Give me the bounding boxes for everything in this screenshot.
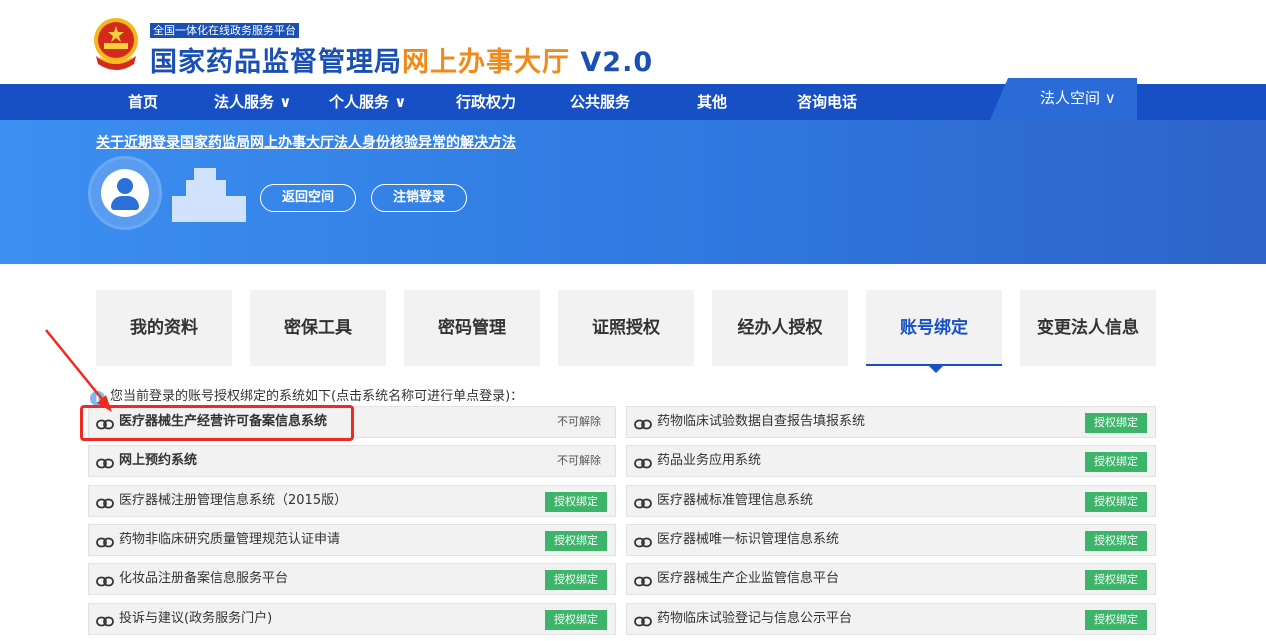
link-icon <box>634 534 652 548</box>
active-tab-indicator <box>929 366 943 373</box>
unbind-disabled-label: 不可解除 <box>557 415 601 428</box>
system-row[interactable]: 药物临床试验数据自查报告填报系统 授权绑定 <box>626 406 1156 438</box>
nav-public-services[interactable]: 公共服务 <box>570 84 630 120</box>
system-name-link[interactable]: 药物非临床研究质量管理规范认证申请 <box>119 525 340 555</box>
authorize-bind-button[interactable]: 授权绑定 <box>1085 491 1147 512</box>
platform-badge: 全国一体化在线政务服务平台 <box>150 23 299 38</box>
link-icon <box>96 534 114 548</box>
site-title-hall: 网上办事大厅 <box>402 47 570 78</box>
system-name-link[interactable]: 医疗器械注册管理信息系统（2015版） <box>119 486 347 516</box>
site-title-agency: 国家药品监督管理局 <box>150 47 402 78</box>
system-name-link[interactable]: 药物临床试验数据自查报告填报系统 <box>657 407 865 437</box>
system-row[interactable]: 药物临床试验登记与信息公示平台 授权绑定 <box>626 602 1156 635</box>
system-name-link[interactable]: 化妆品注册备案信息服务平台 <box>119 564 288 594</box>
return-space-button[interactable]: 返回空间 <box>260 184 356 212</box>
system-row[interactable]: 医疗器械标准管理信息系统 授权绑定 <box>626 484 1156 517</box>
blurred-username <box>172 168 246 224</box>
nav-consult-phone[interactable]: 咨询电话 <box>797 84 857 120</box>
system-row[interactable]: 药物非临床研究质量管理规范认证申请 授权绑定 <box>88 523 616 556</box>
authorize-bind-button[interactable]: 授权绑定 <box>545 609 607 630</box>
main-nav: 首页 法人服务 ∨ 个人服务 ∨ 行政权力 公共服务 其他 咨询电话 法人空间 … <box>0 78 1266 120</box>
system-row[interactable]: 医疗器械注册管理信息系统（2015版） 授权绑定 <box>88 484 616 517</box>
link-icon <box>634 455 652 469</box>
logout-button[interactable]: 注销登录 <box>371 184 467 212</box>
nav-personal-services[interactable]: 个人服务 ∨ <box>329 84 406 120</box>
system-name-link[interactable]: 医疗器械标准管理信息系统 <box>657 486 813 516</box>
nav-administrative-power[interactable]: 行政权力 <box>456 84 516 120</box>
site-header: 全国一体化在线政务服务平台 国家药品监督管理局网上办事大厅 V2.0 <box>0 0 1266 84</box>
system-row[interactable]: 投诉与建议(政务服务门户) 授权绑定 <box>88 602 616 635</box>
system-row[interactable]: 医疗器械生产企业监管信息平台 授权绑定 <box>626 563 1156 596</box>
notice-link[interactable]: 关于近期登录国家药监局网上办事大厅法人身份核验异常的解决方法 <box>96 132 516 152</box>
unbind-disabled-label: 不可解除 <box>557 454 601 468</box>
system-name-link[interactable]: 医疗器械生产企业监管信息平台 <box>657 564 839 594</box>
authorize-bind-button[interactable]: 授权绑定 <box>1085 452 1147 473</box>
authorize-bind-button[interactable]: 授权绑定 <box>1085 570 1147 591</box>
system-row[interactable]: 网上预约系统 不可解除 <box>88 445 616 478</box>
link-icon <box>96 495 114 508</box>
binding-info-text: 您当前登录的账号授权绑定的系统如下(点击系统名称可进行单点登录)： <box>110 389 524 404</box>
system-name-link[interactable]: 网上预约系统 <box>119 446 197 476</box>
tab-change-legal-person[interactable]: 变更法人信息 <box>1020 290 1156 366</box>
system-name-link[interactable]: 投诉与建议(政务服务门户) <box>119 604 272 634</box>
site-title-version: V2.0 <box>570 47 654 78</box>
tab-account-binding[interactable]: 账号绑定 <box>866 290 1002 366</box>
link-icon <box>634 573 652 587</box>
annotation-highlight-box <box>80 405 354 441</box>
system-row[interactable]: 化妆品注册备案信息服务平台 授权绑定 <box>88 563 616 596</box>
nav-corporate-services[interactable]: 法人服务 ∨ <box>214 84 291 120</box>
tab-license-authorization[interactable]: 证照授权 <box>558 290 694 366</box>
tab-agent-authorization[interactable]: 经办人授权 <box>712 290 848 366</box>
authorize-bind-button[interactable]: 授权绑定 <box>1085 609 1147 630</box>
link-icon <box>96 455 114 469</box>
system-row[interactable]: 医疗器械唯一标识管理信息系统 授权绑定 <box>626 523 1156 556</box>
authorize-bind-button[interactable]: 授权绑定 <box>545 570 607 591</box>
system-name-link[interactable]: 药物临床试验登记与信息公示平台 <box>657 604 852 634</box>
authorize-bind-button[interactable]: 授权绑定 <box>545 530 607 551</box>
system-name-link[interactable]: 药品业务应用系统 <box>657 446 761 476</box>
link-icon <box>634 613 652 626</box>
info-icon: i <box>90 391 105 406</box>
system-row[interactable]: 药品业务应用系统 授权绑定 <box>626 445 1156 478</box>
tab-password-management[interactable]: 密码管理 <box>404 290 540 366</box>
tab-my-profile[interactable]: 我的资料 <box>96 290 232 366</box>
link-icon <box>96 573 114 587</box>
link-icon <box>634 495 652 508</box>
user-banner: 关于近期登录国家药监局网上办事大厅法人身份核验异常的解决方法 返回空间 注销登录 <box>0 120 1266 264</box>
national-emblem-icon <box>94 18 138 70</box>
authorize-bind-button[interactable]: 授权绑定 <box>1085 413 1147 433</box>
authorize-bind-button[interactable]: 授权绑定 <box>545 491 607 512</box>
link-icon <box>96 613 114 626</box>
site-title[interactable]: 国家药品监督管理局网上办事大厅 V2.0 <box>150 40 653 79</box>
nav-home[interactable]: 首页 <box>128 84 158 120</box>
authorize-bind-button[interactable]: 授权绑定 <box>1085 530 1147 551</box>
system-name-link[interactable]: 医疗器械唯一标识管理信息系统 <box>657 525 839 555</box>
avatar <box>88 156 162 230</box>
link-icon <box>634 416 652 430</box>
nav-corporate-space[interactable]: 法人空间 ∨ <box>990 78 1137 120</box>
user-avatar-icon <box>101 169 149 217</box>
tab-security-tools[interactable]: 密保工具 <box>250 290 386 366</box>
nav-other[interactable]: 其他 <box>697 84 727 120</box>
binding-info: i 您当前登录的账号授权绑定的系统如下(点击系统名称可进行单点登录)： <box>90 385 523 406</box>
